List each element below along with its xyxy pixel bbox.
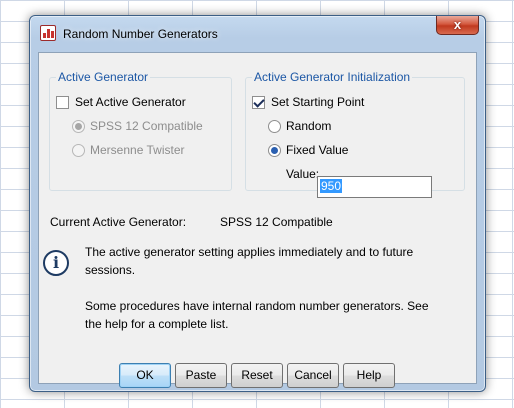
initialization-legend: Active Generator Initialization xyxy=(252,70,413,84)
set-active-generator-label: Set Active Generator xyxy=(75,95,186,109)
info-text-line-3: Some procedures have internal random num… xyxy=(85,299,429,313)
title-bar[interactable]: Random Number Generators x xyxy=(30,16,485,52)
radio-button[interactable] xyxy=(268,143,281,157)
current-generator-value: SPSS 12 Compatible xyxy=(220,215,333,229)
initialization-group: Active Generator Initialization Set Star… xyxy=(245,70,465,191)
current-generator-label: Current Active Generator: xyxy=(50,215,187,229)
paste-button[interactable]: Paste xyxy=(175,363,227,388)
info-text-line-1: The active generator setting applies imm… xyxy=(85,245,414,259)
radio-mersenne-twister[interactable]: Mersenne Twister xyxy=(72,142,184,158)
radio-random-label: Random xyxy=(286,119,332,133)
radio-mersenne-twister-label: Mersenne Twister xyxy=(90,143,185,157)
radio-button[interactable] xyxy=(268,119,281,133)
active-generator-legend: Active Generator xyxy=(56,70,151,84)
info-text-line-4: the help for a complete list. xyxy=(85,317,229,331)
set-active-generator-checkbox[interactable]: Set Active Generator xyxy=(56,94,186,110)
value-input-text[interactable]: 950 xyxy=(320,179,343,193)
help-button[interactable]: Help xyxy=(343,363,395,388)
radio-fixed-value[interactable]: Fixed Value xyxy=(268,142,348,158)
close-icon: x xyxy=(453,17,462,32)
dialog-body: Active Generator Set Active Generator SP… xyxy=(38,52,477,388)
window-title: Random Number Generators xyxy=(63,27,218,41)
value-label-text: Value: xyxy=(286,167,320,181)
radio-button[interactable] xyxy=(72,143,85,157)
checkbox-box[interactable] xyxy=(252,95,265,109)
cancel-button[interactable]: Cancel xyxy=(287,363,339,388)
app-icon xyxy=(40,25,56,41)
ok-button[interactable]: OK xyxy=(119,363,171,388)
info-text-line-2: sessions. xyxy=(85,263,136,277)
value-input[interactable]: 950 xyxy=(317,176,432,198)
radio-fixed-value-label: Fixed Value xyxy=(286,143,349,157)
active-generator-group: Active Generator Set Active Generator SP… xyxy=(49,70,232,191)
set-starting-point-label: Set Starting Point xyxy=(271,95,365,109)
dialog-window: Random Number Generators x Active Genera… xyxy=(29,15,486,392)
radio-spss12[interactable]: SPSS 12 Compatible xyxy=(72,118,203,134)
set-starting-point-checkbox[interactable]: Set Starting Point xyxy=(252,94,364,110)
radio-spss12-label: SPSS 12 Compatible xyxy=(90,119,203,133)
radio-button[interactable] xyxy=(72,119,85,133)
close-button[interactable]: x xyxy=(436,16,479,35)
info-icon: i xyxy=(43,250,69,276)
radio-random[interactable]: Random xyxy=(268,118,331,134)
reset-button[interactable]: Reset xyxy=(231,363,283,388)
value-label: Value: xyxy=(286,166,319,182)
checkbox-box[interactable] xyxy=(56,95,69,109)
